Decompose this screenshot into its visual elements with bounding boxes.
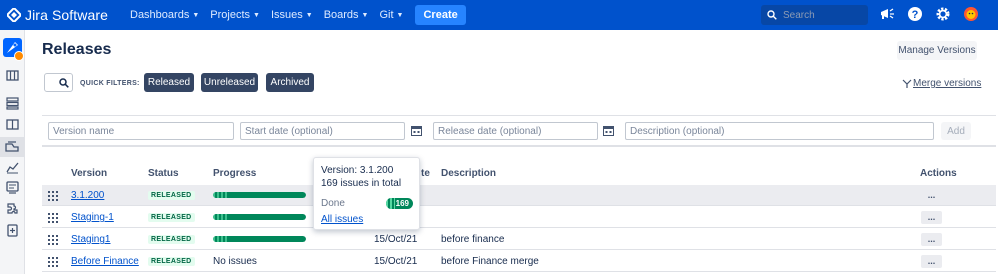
column-header-version: Version: [71, 168, 108, 179]
actions-button[interactable]: ...: [921, 233, 942, 246]
start-date-input[interactable]: Start date (optional): [240, 122, 405, 140]
project-badge-icon: [14, 51, 24, 61]
tooltip-done-label: Done: [321, 198, 345, 209]
svg-text:?: ?: [912, 9, 919, 21]
nav-boards[interactable]: Boards ▼: [324, 9, 369, 21]
nav-issues[interactable]: Issues ▼: [271, 9, 313, 21]
jira-logo[interactable]: Jira Software: [7, 7, 108, 23]
tooltip-issue-count: 169 issues in total: [321, 178, 402, 189]
description-input[interactable]: Description (optional): [625, 122, 934, 140]
chevron-down-icon: ▼: [253, 11, 260, 19]
version-name-input[interactable]: Version name: [48, 122, 234, 140]
description-cell: before finance: [441, 234, 505, 245]
release-date-cell: 15/Oct/21: [374, 234, 418, 245]
create-button[interactable]: Create: [415, 5, 466, 25]
progress-text: No issues: [213, 256, 257, 267]
page-title: Releases: [42, 41, 112, 58]
actions-button[interactable]: ...: [921, 189, 942, 202]
search-placeholder: Search: [783, 9, 815, 21]
filter-released-button[interactable]: Released: [144, 73, 194, 92]
nav-projects-label: Projects: [210, 9, 251, 21]
column-header-description: Description: [441, 168, 497, 179]
drag-handle-icon[interactable]: [48, 235, 58, 245]
search-icon: [767, 10, 777, 20]
description-cell: before Finance merge: [441, 256, 539, 267]
column-header-status: Status: [148, 168, 179, 179]
calendar-icon[interactable]: [603, 125, 614, 136]
tooltip-done-count: 169: [395, 199, 409, 208]
progress-fill: [213, 236, 306, 242]
add-item-icon[interactable]: [5, 223, 20, 238]
status-badge: RELEASED: [148, 257, 195, 266]
nav-git[interactable]: Git ▼: [379, 9, 403, 21]
merge-versions-label: Merge versions: [913, 78, 982, 89]
settings-icon[interactable]: [935, 6, 951, 22]
version-link[interactable]: 3.1.200: [71, 190, 104, 201]
chevron-down-icon: ▼: [361, 11, 369, 19]
actions-button[interactable]: ...: [921, 255, 942, 268]
search-input[interactable]: Search: [761, 5, 868, 25]
megaphone-icon[interactable]: [879, 7, 895, 21]
search-icon: [59, 77, 69, 88]
filter-unreleased-button[interactable]: Unreleased: [201, 73, 258, 92]
reports-icon[interactable]: [5, 160, 20, 175]
column-header-release-date: te: [421, 168, 430, 179]
all-issues-link[interactable]: All issues: [321, 214, 363, 225]
calendar-icon[interactable]: [411, 125, 422, 136]
nav-projects[interactable]: Projects ▼: [210, 9, 260, 21]
progress-bar[interactable]: [213, 214, 306, 220]
nav-boards-label: Boards: [323, 9, 359, 21]
quick-filters-label: QUICK FILTERS:: [80, 80, 140, 87]
status-badge: RELEASED: [148, 191, 195, 200]
tooltip-done-badge: 169: [386, 198, 413, 209]
chevron-down-icon: ▼: [396, 11, 404, 19]
status-badge: RELEASED: [148, 235, 195, 244]
progress-bar[interactable]: [213, 192, 306, 198]
tooltip-version: Version: 3.1.200: [321, 165, 394, 176]
drag-handle-icon[interactable]: [48, 213, 58, 223]
progress-fill: [213, 214, 306, 220]
chevron-down-icon: ▼: [305, 11, 313, 19]
help-icon[interactable]: ?: [907, 6, 923, 22]
version-link[interactable]: Staging-1: [71, 212, 114, 223]
column-header-progress: Progress: [213, 168, 257, 179]
product-name: Jira Software: [25, 7, 108, 23]
chevron-down-icon: ▼: [192, 11, 200, 19]
avatar[interactable]: [963, 6, 979, 22]
add-button[interactable]: Add: [941, 122, 971, 140]
drag-handle-icon[interactable]: [48, 191, 58, 201]
progress-bar[interactable]: [213, 236, 306, 242]
release-date-cell: 15/Oct/21: [374, 256, 418, 267]
manage-versions-button[interactable]: Manage Versions: [897, 41, 977, 60]
nav-issues-label: Issues: [270, 9, 303, 21]
actions-button[interactable]: ...: [921, 211, 942, 224]
progress-tooltip: Version: 3.1.200 169 issues in total Don…: [313, 157, 420, 230]
top-nav: Jira Software Dashboards ▼ Projects ▼ Issu…: [0, 0, 998, 30]
version-link[interactable]: Staging1: [71, 234, 110, 245]
release-date-input[interactable]: Release date (optional): [433, 122, 598, 140]
releases-icon[interactable]: [0, 137, 24, 157]
filter-search-input[interactable]: [44, 73, 73, 92]
project-sidebar: [0, 30, 25, 274]
progress-fill: [213, 192, 306, 198]
nav-dashboards-label: Dashboards: [130, 9, 190, 21]
board-icon[interactable]: [5, 96, 20, 111]
merge-icon: [902, 79, 912, 88]
issues-icon[interactable]: [5, 180, 20, 195]
merge-versions-link[interactable]: Merge versions: [902, 78, 981, 89]
components-icon[interactable]: [5, 202, 20, 217]
version-link[interactable]: Before Finance: [71, 256, 139, 267]
status-badge: RELEASED: [148, 213, 195, 222]
columns-icon[interactable]: [5, 117, 20, 132]
nav-dashboards[interactable]: Dashboards ▼: [130, 9, 199, 21]
filter-archived-button[interactable]: Archived: [266, 73, 314, 92]
backlog-icon[interactable]: [5, 68, 20, 83]
column-header-actions: Actions: [920, 168, 957, 179]
drag-handle-icon[interactable]: [48, 257, 58, 267]
jira-diamond-icon: [7, 8, 21, 22]
nav-git-label: Git: [379, 9, 394, 21]
